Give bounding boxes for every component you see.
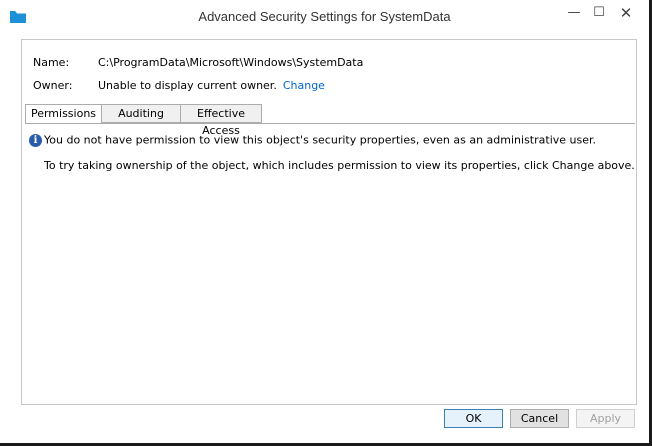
title-bar[interactable]: Advanced Security Settings for SystemDat… [0,0,649,34]
tab-divider [25,123,635,124]
ok-button[interactable]: OK [444,409,503,428]
maximize-button[interactable]: ☐ [586,4,612,24]
apply-button[interactable]: Apply [576,409,635,428]
change-owner-link[interactable]: Change [283,79,325,92]
info-message: i You do not have permission to view this… [29,133,596,147]
minimize-button[interactable]: — [561,4,587,24]
ownership-hint: To try taking ownership of the object, w… [44,159,635,172]
content-panel: Name: C:\ProgramData\Microsoft\Windows\S… [21,39,637,405]
owner-label: Owner: [33,79,73,92]
security-settings-window: Advanced Security Settings for SystemDat… [0,0,652,446]
info-icon: i [29,133,42,147]
window-title: Advanced Security Settings for SystemDat… [198,9,451,24]
tab-effective-access[interactable]: Effective Access [180,104,262,137]
close-button[interactable]: ✕ [613,4,639,24]
owner-value: Unable to display current owner. [98,79,277,92]
tab-permissions[interactable]: Permissions [25,104,102,124]
owner-value-wrap: Unable to display current owner. Change [98,79,325,92]
info-text: You do not have permission to view this … [44,133,596,147]
tab-auditing[interactable]: Auditing [101,104,181,123]
name-value: C:\ProgramData\Microsoft\Windows\SystemD… [98,56,364,69]
cancel-button[interactable]: Cancel [510,409,569,428]
name-label: Name: [33,56,70,69]
